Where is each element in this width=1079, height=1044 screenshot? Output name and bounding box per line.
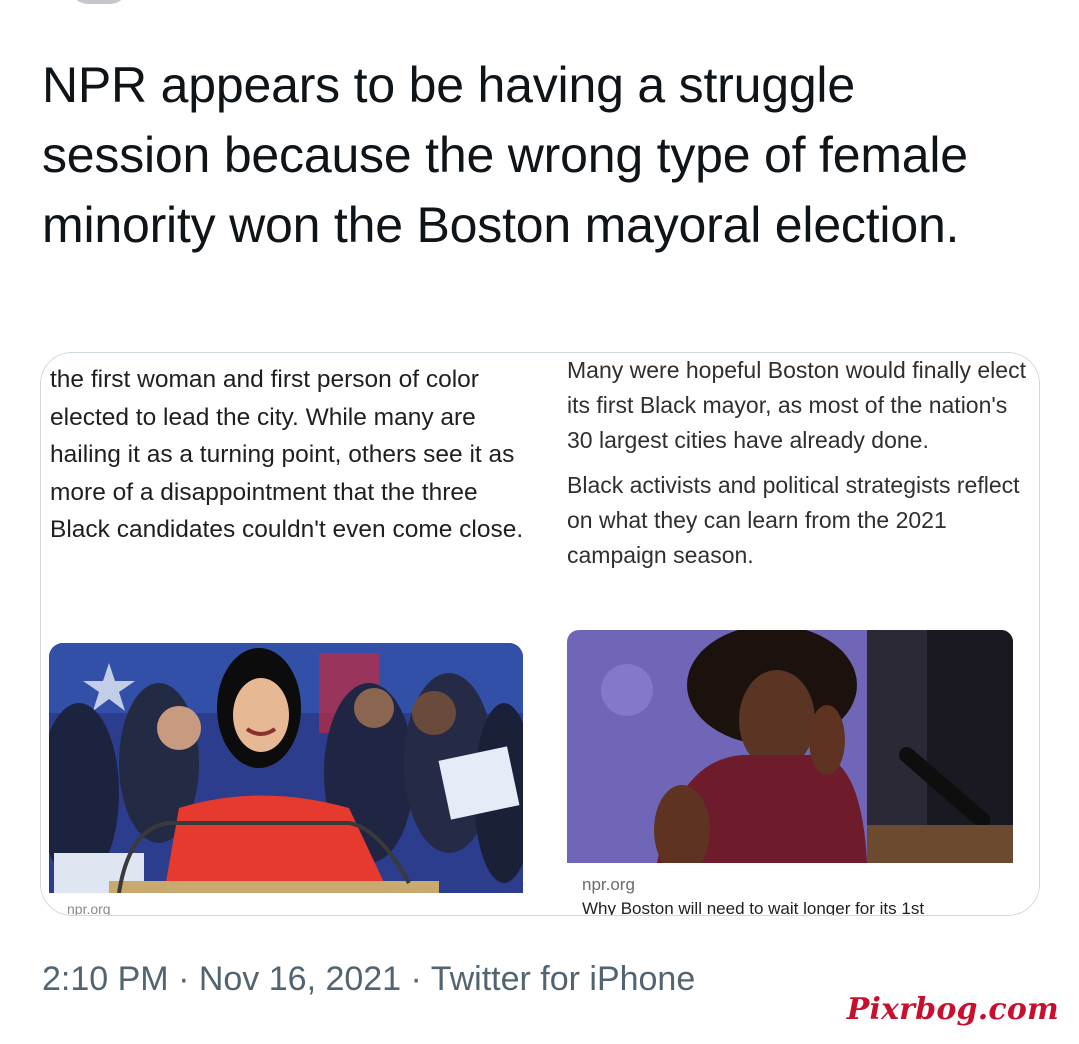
screenshot-left[interactable]: the first woman and first person of colo…: [41, 353, 535, 915]
right-article-photo[interactable]: [567, 630, 1013, 863]
right-article-headline[interactable]: Why Boston will need to wait longer for …: [582, 899, 924, 915]
left-source-domain: npr.org: [67, 901, 111, 915]
right-article-excerpt: Many were hopeful Boston would finally e…: [567, 353, 1027, 573]
right-paragraph-1: Many were hopeful Boston would finally e…: [567, 357, 1026, 453]
right-source-domain: npr.org: [582, 875, 635, 894]
left-article-excerpt: the first woman and first person of colo…: [50, 366, 524, 543]
screenshot-right[interactable]: Many were hopeful Boston would finally e…: [545, 353, 1039, 915]
avatar[interactable]: [70, 0, 128, 4]
tweet-timestamp[interactable]: 2:10 PM · Nov 16, 2021 · Twitter for iPh…: [42, 960, 695, 999]
quoted-media-card[interactable]: the first woman and first person of colo…: [40, 352, 1040, 916]
right-paragraph-2: Black activists and political strategist…: [567, 472, 1020, 568]
tweet-text: NPR appears to be having a struggle sess…: [42, 57, 968, 253]
card-divider: [535, 353, 545, 915]
watermark: Pixrbog.com: [846, 992, 1059, 1027]
left-article-photo: [49, 643, 523, 893]
